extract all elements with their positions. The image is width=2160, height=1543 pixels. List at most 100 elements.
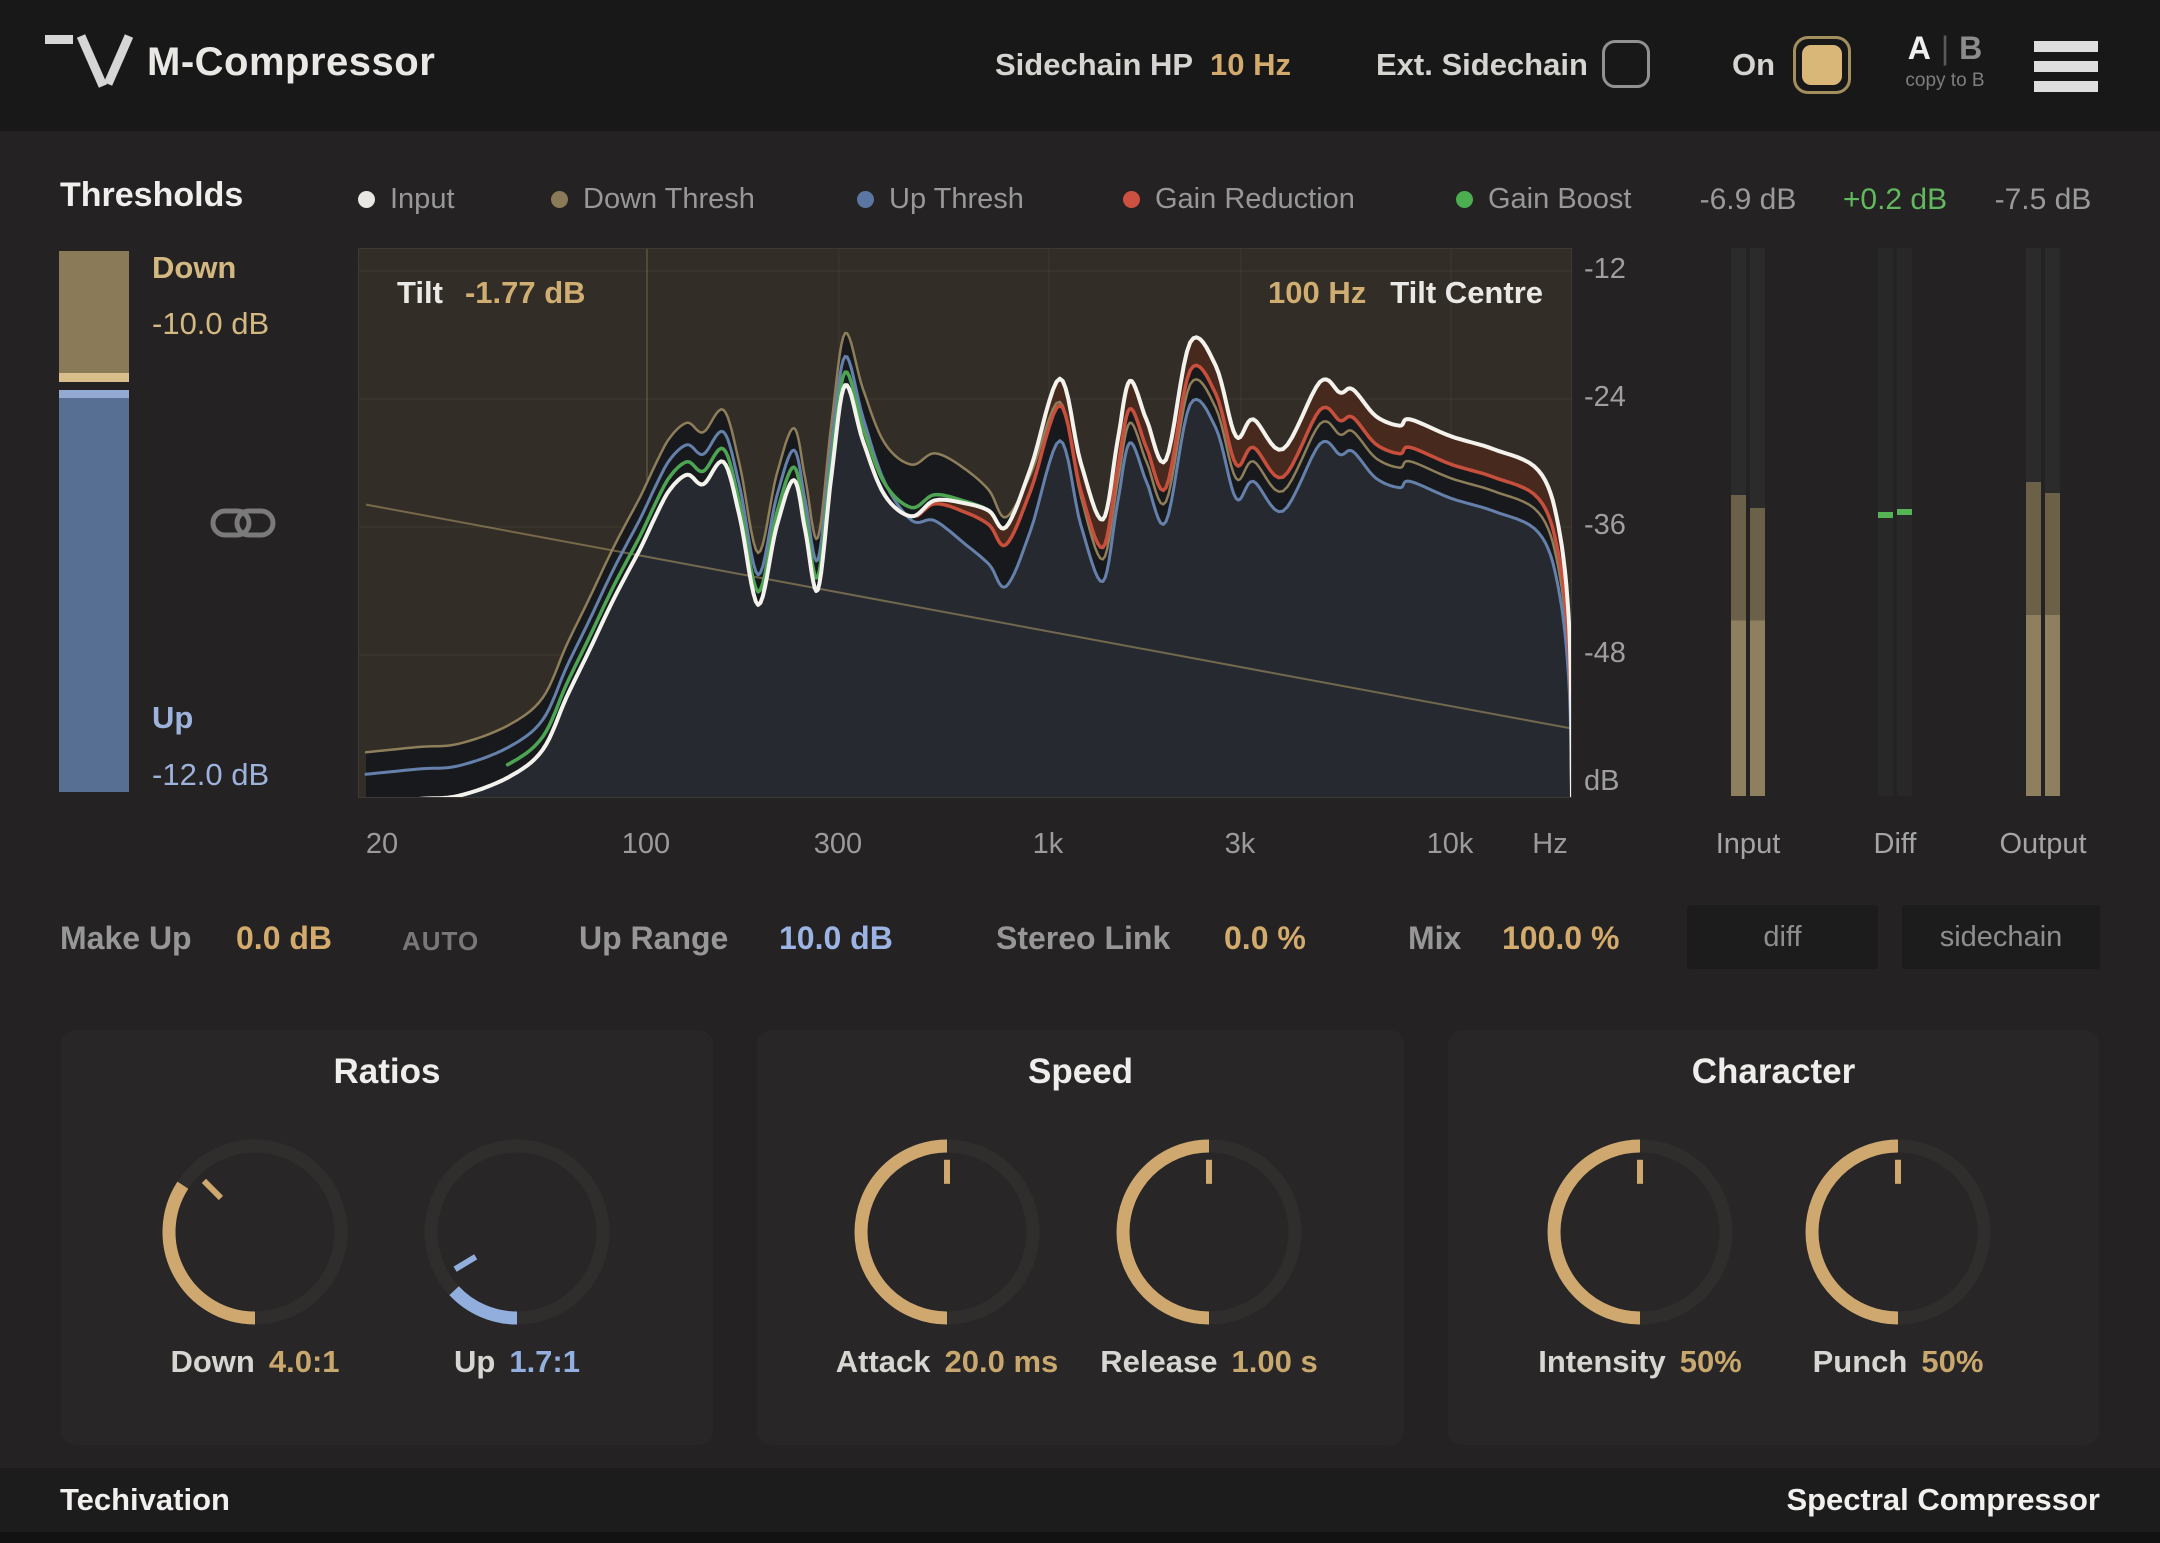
x-axis-tick: 3k xyxy=(1224,828,1256,860)
topbar: M-Compressor Sidechain HP 10 Hz Ext. Sid… xyxy=(0,0,2160,131)
spectrum-display[interactable]: Tilt -1.77 dB 100 Hz Tilt Centre xyxy=(358,248,1572,798)
make-up-label: Make Up xyxy=(60,920,192,956)
legend-dot-icon xyxy=(1123,190,1140,208)
legend-item-label: Down Thresh xyxy=(583,182,755,215)
meter-readout-output: -7.5 dB xyxy=(1994,183,2092,216)
knob-value[interactable]: 1.00 s xyxy=(1232,1344,1318,1379)
tilt-centre-label: Tilt Centre xyxy=(1390,275,1543,310)
legend-item-label: Up Thresh xyxy=(889,182,1024,215)
down-label: Down xyxy=(152,250,237,285)
y-axis-tick: dB xyxy=(1584,765,1620,797)
diff-button[interactable]: diff xyxy=(1687,905,1878,969)
output-meter-bar xyxy=(2045,248,2060,796)
x-axis-tick: 300 xyxy=(813,828,863,860)
x-axis-tick: 100 xyxy=(621,828,671,860)
ab-a[interactable]: A xyxy=(1908,30,1931,66)
tilt-centre-value[interactable]: 100 Hz xyxy=(1268,275,1366,310)
on-toggle-fill xyxy=(1802,45,1842,85)
link-icon[interactable] xyxy=(210,501,276,545)
down-threshold-value[interactable]: -10.0 dB xyxy=(152,306,269,342)
legend-item-down-thresh: Down Thresh xyxy=(551,181,755,217)
stereo-link-value[interactable]: 0.0 % xyxy=(1224,920,1306,957)
ext-sidechain-label: Ext. Sidechain xyxy=(1376,47,1588,82)
diff-meter-dash xyxy=(1878,511,1893,518)
sidechain-button[interactable]: sidechain xyxy=(1902,905,2100,969)
meter-label-output: Output xyxy=(1999,828,2087,860)
legend-dot-icon xyxy=(358,190,375,208)
thresholds-title: Thresholds xyxy=(60,176,244,214)
ext-sidechain-checkbox[interactable] xyxy=(1602,40,1650,88)
ab-b[interactable]: B xyxy=(1959,30,1982,66)
up-range-value[interactable]: 10.0 dB xyxy=(779,920,893,957)
input-meter-bar xyxy=(1731,248,1746,796)
knob-down[interactable] xyxy=(155,1132,355,1332)
copy-to-b-button[interactable]: copy to B xyxy=(1890,70,2000,92)
product-name: Spectral Compressor xyxy=(1786,1482,2100,1517)
diff-meter-dash xyxy=(1897,508,1912,515)
knob-label-release: Release 1.00 s xyxy=(1039,1344,1379,1380)
legend-item-label: Input xyxy=(390,182,455,215)
on-label: On xyxy=(1732,47,1776,82)
panel-title-character: Character xyxy=(1691,1052,1856,1091)
legend-dot-icon xyxy=(551,190,568,208)
knob-attack[interactable] xyxy=(847,1132,1047,1332)
output-meter-bar xyxy=(2026,248,2041,796)
y-axis-tick: -48 xyxy=(1584,637,1626,669)
up-range-label: Up Range xyxy=(579,920,729,956)
knob-value[interactable]: 50% xyxy=(1921,1344,1983,1379)
up-threshold-edge xyxy=(59,390,129,398)
y-axis-tick: -24 xyxy=(1584,381,1626,413)
knob-release[interactable] xyxy=(1109,1132,1309,1332)
up-threshold-value[interactable]: -12.0 dB xyxy=(152,757,269,793)
knob-up[interactable] xyxy=(417,1132,617,1332)
knob-label-punch: Punch 50% xyxy=(1728,1344,2068,1380)
tilt-label: Tilt xyxy=(397,275,443,310)
knob-value[interactable]: 4.0:1 xyxy=(269,1344,340,1379)
on-toggle[interactable] xyxy=(1793,36,1851,94)
brand-name: Techivation xyxy=(60,1482,230,1517)
auto-button[interactable]: AUTO xyxy=(402,926,479,957)
sidechain-hp-value[interactable]: 10 Hz xyxy=(1210,47,1291,83)
knob-name: Intensity xyxy=(1538,1344,1666,1379)
x-axis-tick: 1k xyxy=(1032,828,1064,860)
legend-item-gain-boost: Gain Boost xyxy=(1456,181,1631,217)
tilt-value[interactable]: -1.77 dB xyxy=(465,275,586,310)
sidechain-hp-label: Sidechain HP xyxy=(995,47,1194,82)
meter-label-diff: Diff xyxy=(1873,828,1917,860)
legend-item-up-thresh: Up Thresh xyxy=(857,181,1024,217)
menu-icon[interactable] xyxy=(2034,41,2098,92)
down-threshold-bar[interactable] xyxy=(59,251,129,382)
m-compressor-window: M-Compressor Sidechain HP 10 Hz Ext. Sid… xyxy=(0,0,2160,1543)
ab-state[interactable]: A | B xyxy=(1890,30,2000,67)
ab-selector[interactable]: A | B copy to B xyxy=(1890,30,2000,92)
knob-name: Punch xyxy=(1812,1344,1908,1379)
diff-meter-bar xyxy=(1897,248,1912,796)
legend-dot-icon xyxy=(857,190,874,208)
diff-meter-bar xyxy=(1878,248,1893,796)
legend-dot-icon xyxy=(1456,190,1473,208)
knob-punch[interactable] xyxy=(1798,1132,1998,1332)
y-axis-tick: -36 xyxy=(1584,509,1626,541)
input-meter-bar xyxy=(1750,248,1765,796)
footer-strip xyxy=(0,1532,2160,1543)
page-title: M-Compressor xyxy=(147,40,436,84)
mix-label: Mix xyxy=(1408,920,1462,956)
techivation-logo-icon xyxy=(45,34,134,88)
up-threshold-bar[interactable] xyxy=(59,390,129,792)
up-label: Up xyxy=(152,700,194,735)
x-axis-tick: 20 xyxy=(365,828,399,860)
legend-item-label: Gain Boost xyxy=(1488,182,1632,215)
knob-intensity[interactable] xyxy=(1540,1132,1740,1332)
down-threshold-edge xyxy=(59,373,129,382)
panel-title-speed: Speed xyxy=(1027,1052,1134,1091)
mix-value[interactable]: 100.0 % xyxy=(1502,920,1619,957)
make-up-value[interactable]: 0.0 dB xyxy=(236,920,332,957)
stereo-link-label: Stereo Link xyxy=(996,920,1171,956)
knob-name: Release xyxy=(1100,1344,1218,1379)
knob-pointer-icon xyxy=(201,1178,224,1201)
knob-value[interactable]: 1.7:1 xyxy=(509,1344,580,1379)
legend-item-label: Gain Reduction xyxy=(1155,182,1355,215)
legend-item-input: Input xyxy=(358,181,455,217)
y-axis-tick: -12 xyxy=(1584,253,1626,285)
legend-item-gain-reduction: Gain Reduction xyxy=(1123,181,1355,217)
